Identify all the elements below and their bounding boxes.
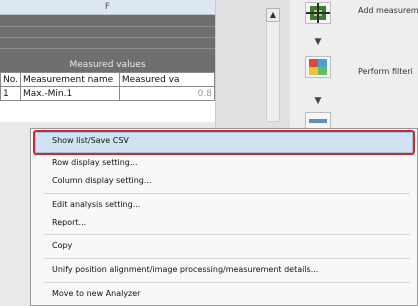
add-measurement-label: Add measurem (358, 6, 418, 15)
menu-item-column-display-setting[interactable]: Column display setting... (52, 176, 152, 185)
measured-values-panel: F Measured values No. Measurement name M… (0, 0, 216, 122)
arrow-down-icon: ▼ (314, 96, 322, 106)
menu-item-row-display-setting[interactable]: Row display setting... (52, 158, 138, 167)
perform-filter-icon (309, 59, 327, 75)
empty-rows-band (0, 15, 215, 59)
scroll-up-button[interactable]: ▲ (266, 8, 280, 22)
grid-line (0, 48, 215, 49)
grid-line (0, 37, 215, 38)
menu-separator (44, 258, 410, 259)
measured-values-table: No. Measurement name Measured va 1 Max.-… (0, 72, 216, 101)
table-row[interactable]: 1 Max.-Min.1 0.8 (0, 86, 216, 101)
highlight-frame (33, 130, 415, 155)
menu-item-edit-analysis-setting[interactable]: Edit analysis setting... (52, 200, 140, 209)
column-header-no[interactable]: No. (0, 72, 21, 87)
column-header-measured-value[interactable]: Measured va (118, 72, 216, 87)
chevron-up-icon: ▲ (269, 10, 277, 19)
arrow-down-icon: ▼ (314, 37, 322, 47)
menu-separator (44, 234, 410, 235)
measurement-name: Max.-Min.1 (19, 86, 120, 101)
menu-item-report[interactable]: Report... (52, 218, 86, 227)
menu-separator (44, 193, 410, 194)
measured-value: 0.8 (118, 86, 216, 101)
menu-item-move-to-new-analyzer[interactable]: Move to new Analyzer (52, 289, 140, 298)
table-header-row: No. Measurement name Measured va (0, 72, 216, 87)
perform-filter-button[interactable] (305, 56, 331, 78)
menu-separator (44, 282, 410, 283)
column-header-measurement-name[interactable]: Measurement name (19, 72, 120, 87)
menu-item-copy[interactable]: Copy (52, 241, 72, 250)
menu-item-unify-details[interactable]: Unify position alignment/image processin… (52, 265, 318, 274)
row-number: 1 (0, 86, 21, 101)
scrollbar-track[interactable] (266, 22, 280, 122)
add-measurement-button[interactable] (305, 2, 331, 24)
grid-line (0, 26, 215, 27)
measured-values-title: Measured values (0, 59, 215, 72)
perform-filter-label: Perform filteri (358, 67, 413, 76)
add-measurement-icon (306, 3, 330, 23)
column-header-f[interactable]: F (0, 0, 215, 15)
